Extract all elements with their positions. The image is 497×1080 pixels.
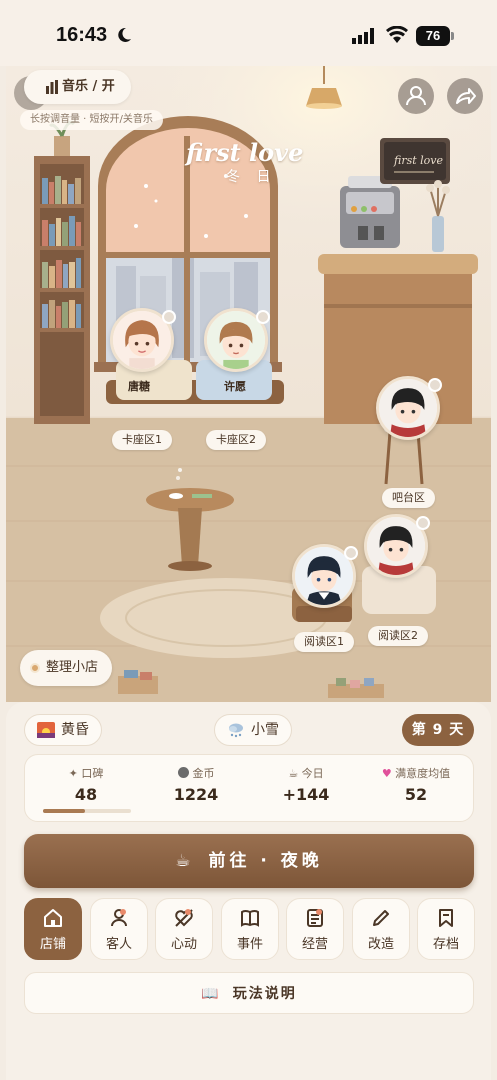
weather-chip: 小雪 (214, 714, 292, 746)
zone-tag-reading2[interactable]: 阅读区2 (368, 626, 428, 646)
reputation-bar-fill (43, 809, 86, 813)
nav-label: 客人 (105, 937, 132, 952)
nav-label: 店铺 (39, 937, 66, 952)
notification-dot (120, 909, 126, 915)
coffee-icon: ☕ (288, 767, 302, 780)
coin-icon (177, 767, 189, 778)
signal-icon (352, 28, 374, 44)
weather-label: 小雪 (251, 722, 279, 738)
heart-icon: ♥ (381, 767, 396, 780)
time-of-day-label: 黄昏 (61, 722, 89, 738)
stat-value: 52 (404, 785, 428, 804)
home-icon (44, 909, 62, 927)
stat-label: 满意度均值 (395, 767, 451, 780)
nav-label: 事件 (236, 937, 263, 952)
zone-tag-bar[interactable]: 吧台区 (382, 488, 435, 508)
snow-cloud-icon (229, 723, 243, 738)
pencil-icon (373, 910, 389, 926)
profile-button[interactable] (398, 78, 434, 114)
customer-name: 许愿 (224, 380, 246, 393)
nav-guests[interactable]: 客人 (90, 898, 148, 960)
stat-value: 1224 (173, 785, 219, 804)
status-time: 16:43 (56, 24, 108, 46)
nav-shop[interactable]: 店铺 (24, 898, 82, 960)
nav-renovate[interactable]: 改造 (352, 898, 410, 960)
music-hint: 长按调音量 · 短按开/关音乐 (20, 110, 163, 130)
heart-arrow-icon (175, 909, 193, 927)
sparkle-icon: ✦ (68, 767, 82, 780)
stat-coins: 金币 1224 (141, 765, 251, 804)
wifi-icon (386, 26, 408, 43)
music-bars-icon (46, 80, 58, 94)
bookmark-icon (439, 909, 453, 927)
zone-tag-booth2[interactable]: 卡座区2 (206, 430, 266, 450)
battery-icon: 76 (416, 26, 450, 46)
sunset-icon (37, 722, 55, 738)
zone-tag-reading1[interactable]: 阅读区1 (294, 632, 354, 652)
stat-value: 48 (74, 785, 98, 804)
nav-events[interactable]: 事件 (221, 898, 279, 960)
status-dot (256, 310, 270, 324)
reputation-bar (43, 809, 131, 813)
stat-label: 金币 (192, 767, 215, 780)
how-to-play-button[interactable]: 📖 玩法说明 (24, 972, 474, 1014)
notification-dot (185, 909, 191, 915)
status-dot (162, 310, 176, 324)
nav-label: 心动 (170, 937, 197, 952)
stat-today: ☕ 今日 +144 (251, 765, 361, 804)
open-book-icon: 📖 (201, 986, 221, 1002)
coffee-cup-icon: ☕ (175, 851, 195, 871)
status-dot (344, 546, 358, 560)
zone-tag-booth1[interactable]: 卡座区1 (112, 430, 172, 450)
status-dot (428, 378, 442, 392)
person-icon (406, 86, 426, 106)
stats-card: ✦ 口碑 48 金币 1224 ☕ 今日 +144 ♥ 满意度均值 52 (24, 754, 474, 822)
stat-satisfaction: ♥ 满意度均值 52 (361, 765, 471, 804)
go-to-night-button[interactable]: ☕ 前往 · 夜晚 (24, 834, 474, 888)
help-label: 玩法说明 (232, 986, 297, 1002)
stat-label: 今日 (301, 767, 324, 780)
music-toggle[interactable]: 音乐 / 开 (24, 70, 131, 104)
day-counter: 第 9 天 (402, 714, 474, 746)
nav-save[interactable]: 存档 (417, 898, 475, 960)
status-dot (416, 516, 430, 530)
cafe-scene[interactable]: first love 音乐 / 开 长按调音量 · 短按开/关音乐 first … (6, 66, 491, 702)
nav-label: 存档 (432, 937, 459, 952)
moon-icon (118, 27, 131, 42)
scene-title: first love (186, 138, 304, 167)
nav-label: 经营 (301, 937, 328, 952)
tidy-label: 整理小店 (46, 660, 99, 675)
nav-label: 改造 (367, 937, 394, 952)
book-icon (241, 910, 259, 927)
person-icon (111, 909, 127, 927)
battery-tip (451, 32, 454, 40)
share-arrow-icon (456, 88, 476, 104)
notification-dot (316, 909, 322, 915)
ledger-icon (307, 909, 323, 927)
tidy-icon (30, 663, 40, 673)
nav-crush[interactable]: 心动 (155, 898, 213, 960)
stat-label: 口碑 (81, 767, 104, 780)
sign-text: first love (393, 154, 444, 167)
status-bar: 16:43 76 (0, 0, 497, 66)
share-button[interactable] (447, 78, 483, 114)
music-label: 音乐 / 开 (62, 79, 115, 94)
shop-panel: 黄昏 小雪 第 9 天 ✦ 口碑 48 金币 1224 ☕ 今日 +144 ♥ … (6, 702, 491, 1080)
nav-manage[interactable]: 经营 (286, 898, 344, 960)
season-label: 冬 日 (226, 169, 277, 185)
customer-name: 唐糖 (128, 380, 150, 393)
tidy-shop-button[interactable]: 整理小店 (20, 650, 113, 686)
stat-value: +144 (282, 785, 330, 804)
stat-reputation: ✦ 口碑 48 (31, 765, 141, 804)
go-label: 前往 · 夜晚 (208, 851, 323, 871)
time-of-day-chip: 黄昏 (24, 714, 102, 746)
